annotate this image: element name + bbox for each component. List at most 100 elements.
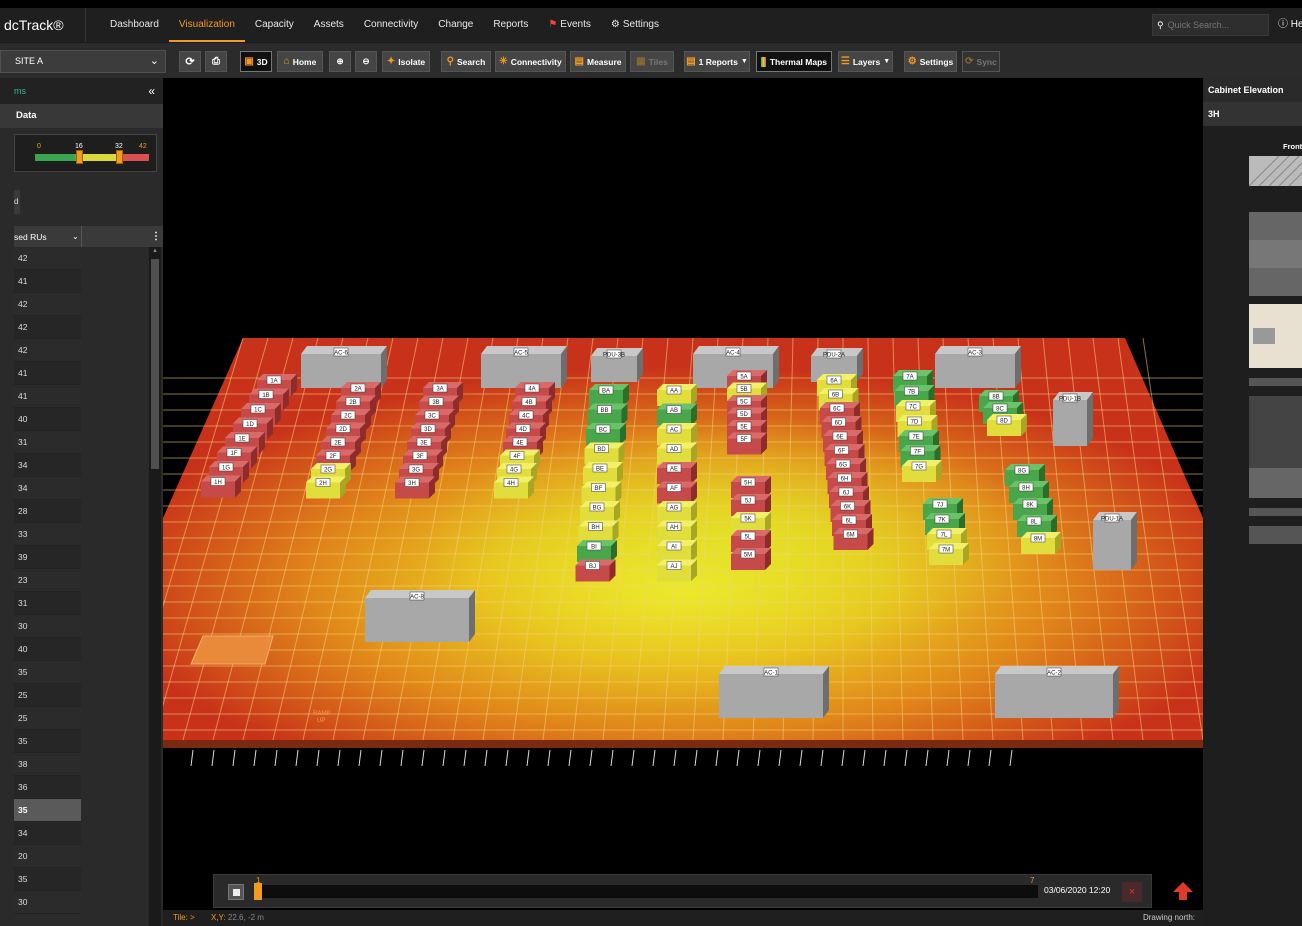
ac-unit-5[interactable]: AC-8 [365, 590, 475, 642]
brand-logo[interactable]: dcTrack® [0, 8, 86, 42]
cabinet-bd[interactable]: BD [584, 442, 625, 465]
cabinet-ac[interactable]: AC [657, 423, 697, 445]
cabinet-8m[interactable]: 8M [1021, 532, 1061, 554]
ac-unit-6[interactable]: AC-1 [719, 666, 829, 718]
list-item[interactable]: 31 [14, 431, 81, 454]
list-item[interactable]: 20 [14, 845, 81, 868]
scrollbar-thumb[interactable] [151, 259, 159, 469]
3d-button[interactable]: ▣ 3D [240, 51, 272, 72]
list-item[interactable]: 42 [14, 316, 81, 339]
connectivity-button[interactable]: ✳ Connectivity [495, 51, 566, 72]
ac-unit-2[interactable]: AC-5 [481, 346, 567, 388]
tiles-button[interactable]: ▦ Tiles [630, 51, 674, 72]
site-select[interactable]: SITE A ⌄ [0, 50, 166, 73]
elevation-server-6[interactable] [1249, 378, 1302, 386]
scroll-up-icon[interactable]: ▲ [152, 248, 158, 254]
nav-visualization[interactable]: Visualization [168, 8, 245, 42]
list-item[interactable]: 28 [14, 500, 81, 523]
list-item[interactable]: 39 [14, 546, 81, 569]
nav-capacity[interactable]: Capacity [245, 8, 304, 42]
cabinet-af[interactable]: AF [657, 481, 697, 504]
nav-reports[interactable]: Reports [483, 8, 538, 42]
list-item[interactable]: 31 [14, 592, 81, 615]
cabinet-ah[interactable]: AH [657, 520, 697, 543]
refresh-button[interactable]: ⟳ [179, 51, 201, 72]
nav-assets[interactable]: Assets [304, 8, 354, 42]
list-item[interactable]: 41 [14, 362, 81, 385]
list-item[interactable]: 34 [14, 477, 81, 500]
cabinet-ae[interactable]: AE [657, 462, 697, 484]
list-item[interactable]: 23 [14, 569, 81, 592]
legend-high-handle[interactable] [116, 150, 123, 164]
cabinet-be[interactable]: BE [583, 462, 623, 484]
elevation-server-7[interactable] [1249, 396, 1302, 468]
layers-dropdown[interactable]: ☰ Layers ▼ [838, 51, 893, 72]
list-item[interactable]: 41 [14, 270, 81, 293]
cabinet-8d[interactable]: 8D [987, 414, 1027, 436]
list-item[interactable]: 30 [14, 615, 81, 638]
cabinet-bj[interactable]: BJ [575, 559, 616, 582]
cabinet-bi[interactable]: BI [577, 540, 617, 562]
ac-unit-7[interactable]: AC-2 [995, 666, 1119, 718]
collapse-icon[interactable]: « [148, 84, 155, 98]
cabinet-ad[interactable]: AD [657, 442, 697, 465]
list-item[interactable]: 41 [14, 385, 81, 408]
list-item[interactable]: 36 [14, 776, 81, 799]
list-item[interactable]: 35 [14, 799, 81, 822]
cabinet-6m[interactable]: 6M [833, 528, 874, 550]
list-item[interactable]: 42 [14, 247, 81, 270]
isolate-button[interactable]: ✦ Isolate [382, 51, 430, 72]
cabinet-bf[interactable]: BF [581, 481, 622, 504]
ac-unit-4[interactable]: AC-3 [935, 346, 1021, 388]
search-button[interactable]: ⚲ Search [441, 51, 491, 72]
cabinet-5m[interactable]: 5M [731, 548, 771, 570]
cabinet-aa[interactable]: AA [657, 384, 697, 406]
zoom-in-button[interactable]: ⊕ [329, 51, 351, 72]
cabinet-2h[interactable]: 2H [306, 476, 346, 499]
list-item[interactable]: 35 [14, 868, 81, 891]
cabinet-7g[interactable]: 7G [902, 460, 942, 482]
cabinet-3h[interactable]: 3H [395, 476, 435, 499]
cabinet-aj[interactable]: AJ [657, 559, 697, 582]
cabinet-5f[interactable]: 5F [727, 432, 767, 455]
thermal-3d-viewport[interactable]: RAMP UP AC-6 AC-5 AC-4 AC-3 AC-8 AC-1 AC-2 PDU-… [163, 78, 1203, 910]
list-item[interactable]: 42 [14, 339, 81, 362]
list-item[interactable]: 30 [14, 891, 81, 914]
list-item[interactable]: 38 [14, 753, 81, 776]
elevation-server-5[interactable] [1253, 328, 1275, 344]
cabinet-ai[interactable]: AI [657, 540, 697, 562]
cabinet-bc[interactable]: BC [586, 423, 626, 445]
nav-dashboard[interactable]: Dashboard [100, 8, 169, 42]
cabinet-elevation-view[interactable] [1249, 156, 1302, 656]
cabinet-7m[interactable]: 7M [929, 543, 969, 565]
cabinet-ag[interactable]: AG [657, 501, 697, 523]
list-item[interactable]: 40 [14, 408, 81, 431]
more-options-icon[interactable]: ⋮ [151, 231, 161, 242]
quick-search[interactable]: ⚲ [1152, 14, 1269, 36]
cabinet-ab[interactable]: AB [657, 403, 697, 426]
column-header[interactable]: sed RUs ⌄ ⋮ [14, 226, 163, 247]
nav-settings[interactable]: ⚙ Settings [601, 8, 669, 42]
reports-dropdown[interactable]: ▤ 1 Reports ▼ [684, 51, 750, 72]
list-item[interactable]: 25 [14, 684, 81, 707]
cabinet-ba[interactable]: BA [589, 384, 629, 406]
left-panel-scrollbar[interactable]: ▲ [149, 247, 161, 926]
thermal-maps-button[interactable]: Thermal Maps [756, 51, 832, 72]
list-item[interactable]: 40 [14, 638, 81, 661]
cabinet-bh[interactable]: BH [578, 520, 619, 543]
ac-unit-1[interactable]: AC-6 [301, 346, 387, 388]
list-item[interactable]: 25 [14, 707, 81, 730]
timeline-track[interactable] [254, 885, 1038, 898]
elevation-server-8[interactable] [1249, 468, 1302, 498]
list-item[interactable]: 35 [14, 661, 81, 684]
elevation-server-10[interactable] [1249, 526, 1302, 544]
list-item[interactable]: 34 [14, 454, 81, 477]
north-arrow-icon[interactable] [1172, 880, 1194, 902]
pdu-4[interactable]: PDU-1A [1093, 512, 1137, 570]
nav-change[interactable]: Change [428, 8, 483, 42]
timeline-handle[interactable] [254, 883, 262, 900]
pdu-3[interactable]: PDU-1B [1053, 392, 1093, 446]
cabinet-bb[interactable]: BB [587, 403, 628, 426]
elevation-server-9[interactable] [1249, 508, 1302, 516]
list-item[interactable]: 35 [14, 730, 81, 753]
